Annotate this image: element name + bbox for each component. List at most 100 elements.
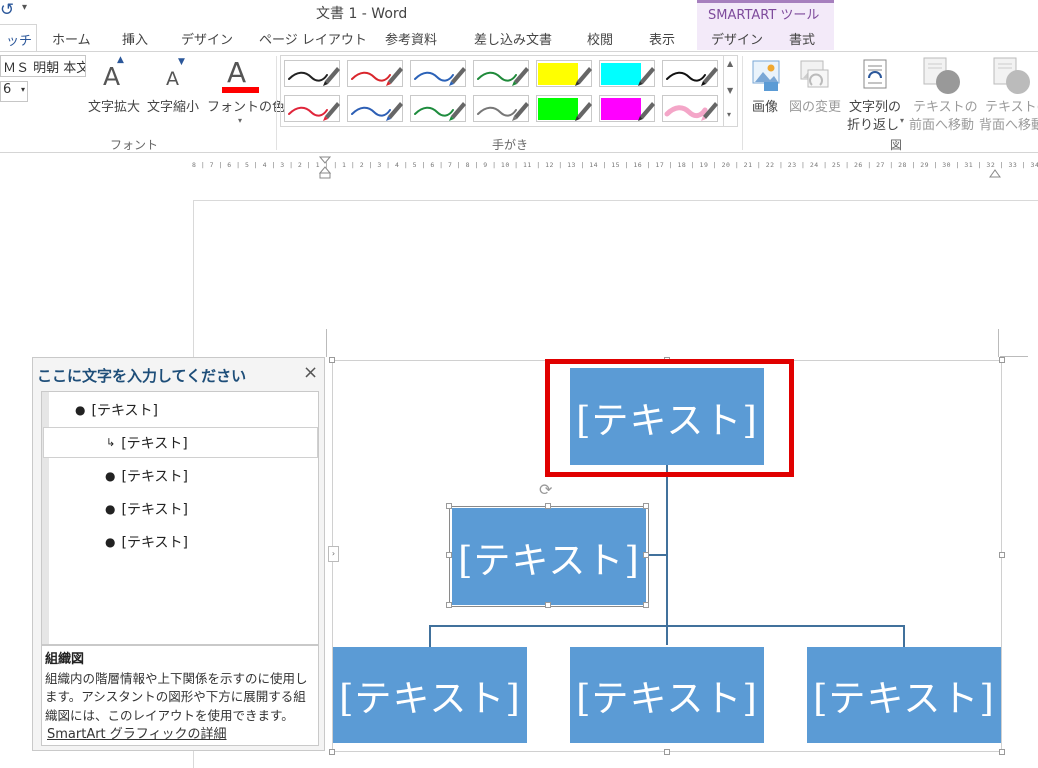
list-item-text[interactable]: [テキスト] [121,433,188,453]
picture-icon[interactable] [750,58,784,92]
shape-handle[interactable] [446,552,452,558]
resize-handle[interactable] [999,357,1005,363]
pen-icon [664,102,718,121]
pen-style-item[interactable] [473,95,529,122]
send-backward-label-1[interactable]: テキストの [985,96,1038,115]
list-item-text[interactable]: [テキスト] [121,466,188,486]
list-item[interactable]: ● [テキスト] [105,493,188,524]
undo-icon[interactable]: ↺ [0,0,14,20]
scroll-up-icon[interactable]: ▲ [727,59,733,68]
tab-smartart-format[interactable]: 書式 [789,29,815,48]
pen-style-item[interactable] [662,60,718,87]
change-picture-icon[interactable] [798,58,832,92]
grow-font-icon[interactable]: A [103,62,120,91]
bring-forward-icon[interactable] [920,56,964,96]
shrink-font-label[interactable]: 文字縮小 [147,96,199,115]
bring-forward-label-2[interactable]: 前面へ移動 [909,114,974,133]
rotate-handle-icon[interactable]: ⟳ [539,480,552,499]
resize-handle[interactable] [329,749,335,755]
pen-style-item[interactable] [536,60,592,87]
horizontal-ruler[interactable]: 8 | 7 | 6 | 5 | 4 | 3 | 2 | 1 | | 1 | 2 … [192,156,1038,180]
indent-marker-icon[interactable] [319,156,331,180]
smartart-node-child-2[interactable]: [テキスト] [570,647,764,743]
bring-forward-label-1[interactable]: テキストの [913,96,978,115]
tab-view[interactable]: 表示 [649,29,675,48]
layout-name: 組織図 [45,652,85,667]
shape-handle[interactable] [446,503,452,509]
pen-icon [477,102,529,121]
tab-page-layout[interactable]: ページ レイアウト [259,29,367,48]
pen-style-item[interactable] [662,95,718,122]
smartart-node-child-1[interactable]: [テキスト] [333,647,527,743]
pen-style-item[interactable] [599,95,655,122]
change-picture-label[interactable]: 図の変更 [789,96,841,115]
list-item[interactable]: ● [テキスト] [105,526,188,557]
pen-style-item[interactable] [473,60,529,87]
tab-insert[interactable]: 挿入 [122,29,148,48]
pen-style-item[interactable] [284,60,340,87]
shape-handle[interactable] [643,503,649,509]
pen-icon [601,63,655,86]
right-indent-marker-icon[interactable] [989,166,1001,178]
connector-drop [903,625,905,647]
resize-handle[interactable] [664,749,670,755]
font-size-combobox[interactable]: 6 ▾ [0,81,28,102]
pen-style-item[interactable] [284,95,340,122]
pen-style-item[interactable] [410,60,466,87]
font-color-dropdown-icon[interactable]: ▾ [238,116,242,125]
list-item-text[interactable]: [テキスト] [121,532,188,552]
tab-touch[interactable]: ッチ [0,24,37,52]
margin-mark [326,329,327,357]
tab-references[interactable]: 参考資料 [385,29,437,48]
shape-handle[interactable] [446,602,452,608]
list-item-text[interactable]: [テキスト] [121,499,188,519]
tab-mailings[interactable]: 差し込み文書 [474,29,552,48]
list-item[interactable]: ● [テキスト] [75,394,158,425]
shrink-font-icon[interactable]: A [166,68,179,90]
shape-handle[interactable] [643,552,649,558]
shape-handle[interactable] [643,602,649,608]
wrap-text-label-1[interactable]: 文字列の [849,96,901,115]
smartart-details-link[interactable]: SmartArt グラフィックの詳細 [47,726,227,745]
list-item[interactable]: ● [テキスト] [105,460,188,491]
group-separator [276,56,277,150]
wrap-text-icon[interactable] [860,58,890,92]
bullet-icon: ● [105,501,116,516]
wrap-dropdown-icon[interactable]: ▾ [900,116,904,125]
list-item-selected[interactable]: ↳ [テキスト] [43,427,318,458]
tab-review[interactable]: 校閲 [587,29,613,48]
chevron-down-icon: ▾ [20,85,25,94]
shape-selection-box [449,506,649,607]
list-item-text[interactable]: [テキスト] [91,400,158,420]
text-pane-toggle-icon[interactable]: › [328,546,339,562]
quick-access-dropdown-icon[interactable]: ▾ [22,2,27,13]
font-name-combobox[interactable]: ＭＳ 明朝 本文 [0,55,86,77]
scroll-down-icon[interactable]: ▼ [727,86,733,95]
picture-label[interactable]: 画像 [752,96,778,115]
resize-handle[interactable] [999,552,1005,558]
shape-handle[interactable] [545,503,551,509]
resize-handle[interactable] [329,357,335,363]
gallery-more-icon[interactable]: ▾ [727,110,731,119]
grow-font-label[interactable]: 文字拡大 [88,96,140,115]
resize-handle[interactable] [999,749,1005,755]
close-icon[interactable]: × [303,362,318,383]
tab-smartart-design[interactable]: デザイン [711,29,763,48]
arrow-down-icon: ▼ [178,57,185,67]
send-backward-icon[interactable] [990,56,1034,96]
pen-gallery-scrollbar[interactable]: ▲ ▼ ▾ [723,55,738,127]
bullet-icon: ● [105,468,116,483]
font-color-icon[interactable]: A [227,56,246,89]
tab-home[interactable]: ホーム [52,29,91,48]
smartart-node-child-3[interactable]: [テキスト] [807,647,1001,743]
pen-style-item[interactable] [347,60,403,87]
font-color-label[interactable]: フォントの色 [207,96,285,115]
wrap-text-label-2[interactable]: 折り返し [847,114,899,133]
pen-style-item[interactable] [599,60,655,87]
pen-style-item[interactable] [536,95,592,122]
shape-handle[interactable] [545,602,551,608]
send-backward-label-2[interactable]: 背面へ移動 [979,114,1038,133]
pen-style-item[interactable] [410,95,466,122]
tab-design[interactable]: デザイン [181,29,233,48]
pen-style-item[interactable] [347,95,403,122]
